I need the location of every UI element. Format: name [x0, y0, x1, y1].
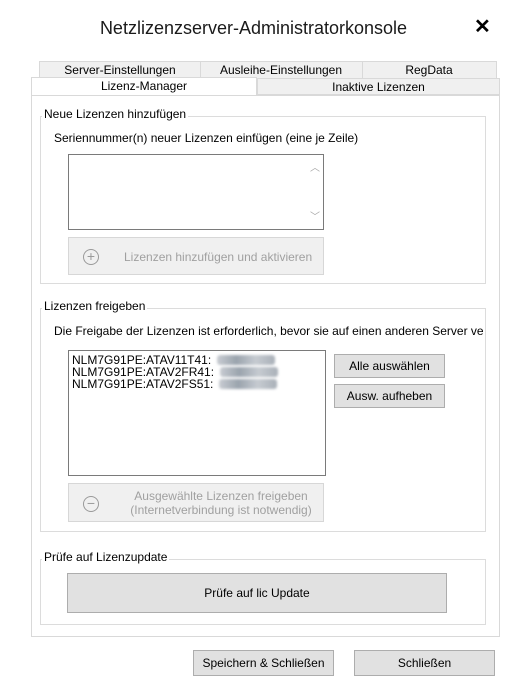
close-icon[interactable]: ✕ [474, 14, 491, 39]
license-listbox[interactable]: NLM7G91PE:ATAV11T41: NLM7G91PE:ATAV2FR41… [68, 350, 326, 476]
license-update-group-title: Prüfe auf Lizenzupdate [42, 550, 170, 564]
release-instruction: Die Freigabe der Lizenzen ist erforderli… [54, 324, 484, 338]
add-licenses-instruction: Seriennummer(n) neuer Lizenzen einfügen … [54, 131, 359, 145]
tab-loan-settings[interactable]: Ausleihe-Einstellungen [200, 62, 363, 78]
release-button-line1: Ausgewählte Lizenzen freigeben [134, 489, 308, 503]
tab-row-back: Server-Einstellungen Ausleihe-Einstellun… [39, 61, 497, 78]
save-close-button[interactable]: Speichern & Schließen [193, 650, 334, 676]
tab-regdata[interactable]: RegData [362, 62, 496, 78]
redacted-block [220, 367, 279, 377]
tab-row-front: Lizenz-Manager Inaktive Lizenzen [31, 77, 500, 95]
tab-inactive-licenses[interactable]: Inaktive Lizenzen [257, 78, 500, 95]
release-licenses-group-title: Lizenzen freigeben [42, 299, 148, 313]
close-button[interactable]: Schließen [354, 650, 495, 676]
redacted-block [217, 355, 276, 365]
tab-server-settings[interactable]: Server-Einstellungen [40, 62, 201, 78]
add-circle-icon: + [83, 249, 99, 265]
redacted-block [219, 379, 278, 389]
release-button-line2: (Internetverbindung ist notwendig) [130, 503, 312, 517]
list-item[interactable]: NLM7G91PE:ATAV2FS51: [72, 378, 322, 390]
add-activate-button[interactable]: + Lizenzen hinzufügen und aktivieren [68, 237, 324, 275]
tab-license-manager[interactable]: Lizenz-Manager [31, 77, 257, 95]
license-manager-panel: Neue Lizenzen hinzufügen Seriennummer(n)… [31, 95, 500, 637]
window-title: Netzlizenzserver-Administratorkonsole [99, 18, 408, 38]
deselect-button[interactable]: Ausw. aufheben [334, 384, 445, 408]
add-licenses-group-title: Neue Lizenzen hinzufügen [42, 107, 189, 121]
release-selected-button[interactable]: − Ausgewählte Lizenzen freigeben (Intern… [68, 483, 324, 522]
scroll-down-icon[interactable]: ﹀ [310, 208, 320, 223]
scroll-up-icon[interactable]: ︿ [310, 159, 320, 174]
remove-circle-icon: − [83, 496, 99, 512]
add-activate-label: Lizenzen hinzufügen und aktivieren [124, 250, 313, 264]
license-id: NLM7G91PE:ATAV2FS51: [72, 377, 214, 391]
check-update-button[interactable]: Prüfe auf lic Update [67, 573, 447, 613]
select-all-button[interactable]: Alle auswählen [334, 354, 445, 378]
serial-numbers-textarea[interactable]: ︿ ﹀ [68, 154, 324, 230]
